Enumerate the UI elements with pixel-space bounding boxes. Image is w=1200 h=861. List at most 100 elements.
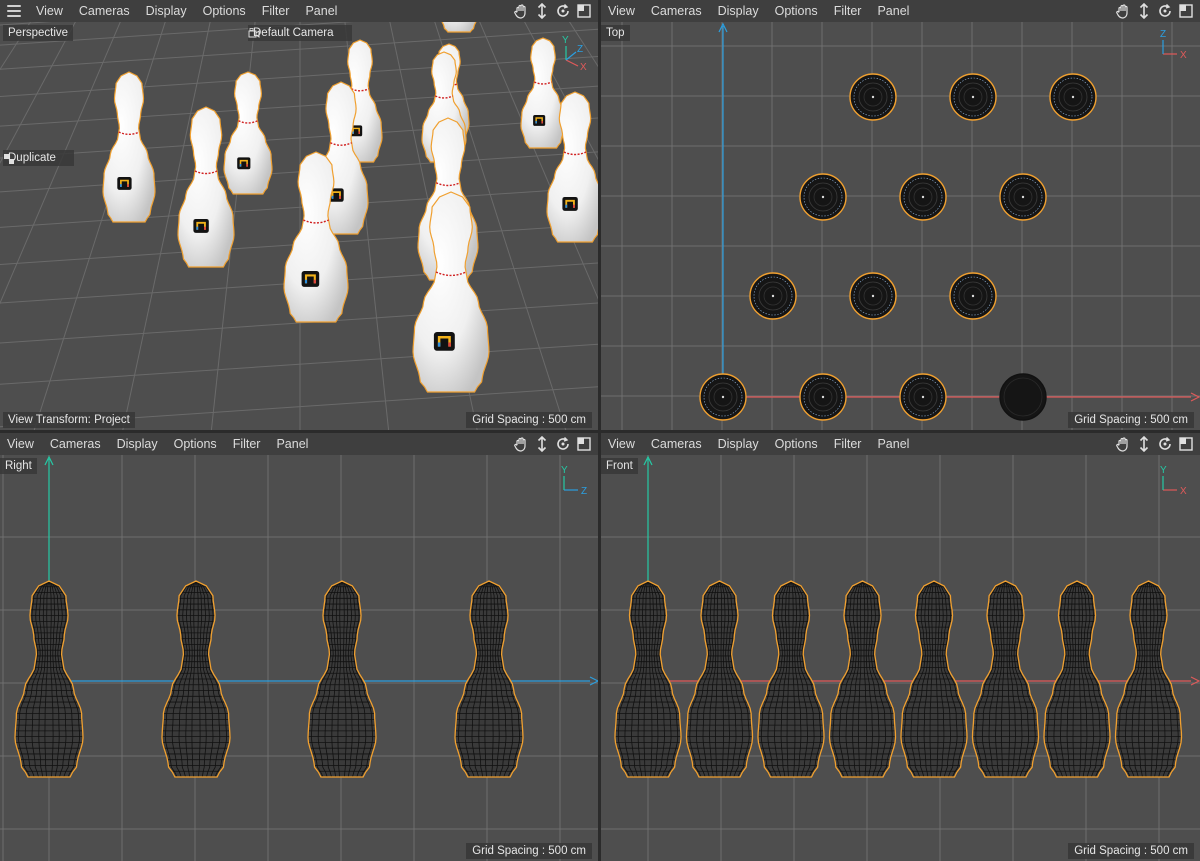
- pin-top[interactable]: [949, 272, 997, 320]
- viewport-name-label[interactable]: Top: [601, 25, 630, 41]
- hamburger-menu-icon[interactable]: [7, 5, 21, 17]
- rotate-icon[interactable]: [555, 436, 571, 452]
- bowling-pins[interactable]: X YZ: [102, 22, 598, 393]
- pin-top-center: [971, 95, 975, 99]
- menu-cameras[interactable]: Cameras: [42, 437, 109, 451]
- menu-display[interactable]: Display: [109, 437, 166, 451]
- pin-logo: [117, 177, 132, 190]
- pin-top[interactable]: [849, 73, 897, 121]
- menu-panel[interactable]: Panel: [869, 4, 917, 18]
- viewport-name-label[interactable]: Right: [0, 458, 37, 474]
- top-canvas[interactable]: XZ Top Grid Spacing : 500 cm: [601, 22, 1200, 430]
- maximize-panel-icon[interactable]: [1178, 436, 1194, 452]
- move-arrows-icon[interactable]: [534, 435, 550, 453]
- front-scene: XY: [601, 455, 1200, 861]
- hand-pan-icon[interactable]: [1115, 3, 1131, 19]
- pin-top[interactable]: [849, 272, 897, 320]
- world-axis-x-arrow: [1190, 676, 1200, 686]
- pin-top[interactable]: [949, 73, 997, 121]
- menu-view[interactable]: View: [601, 4, 643, 18]
- maximize-panel-icon[interactable]: [1178, 3, 1194, 19]
- move-arrows-icon[interactable]: [1136, 2, 1152, 20]
- pin-top[interactable]: [899, 373, 947, 421]
- menu-view[interactable]: View: [601, 437, 643, 451]
- menu-panel[interactable]: Panel: [869, 437, 917, 451]
- menu-display[interactable]: Display: [710, 437, 767, 451]
- perspective-canvas[interactable]: X YZ Perspective Default Camera Duplicate…: [0, 22, 598, 430]
- grid-line: [0, 55, 598, 97]
- menu-display[interactable]: Display: [138, 4, 195, 18]
- pin-top[interactable]: [699, 373, 747, 421]
- viewport-menubar: View Cameras Display Options Filter Pane…: [601, 0, 1200, 22]
- bowling-pin[interactable]: [223, 71, 273, 195]
- pin-top-center: [721, 395, 725, 399]
- move-arrows-icon[interactable]: [534, 2, 550, 20]
- menu-filter[interactable]: Filter: [826, 437, 870, 451]
- bowling-pin[interactable]: [102, 71, 156, 223]
- menu-cameras[interactable]: Cameras: [71, 4, 138, 18]
- hand-pan-icon[interactable]: [1115, 436, 1131, 452]
- menu-options[interactable]: Options: [195, 4, 254, 18]
- grid-line: [0, 117, 598, 159]
- viewport-name-label[interactable]: Front: [601, 458, 638, 474]
- right-scene: ZY: [0, 455, 598, 861]
- camera-label[interactable]: Default Camera: [248, 25, 352, 41]
- view-transform-label: View Transform: Project: [3, 412, 135, 428]
- maximize-panel-icon[interactable]: [576, 436, 592, 452]
- menu-options[interactable]: Options: [767, 4, 826, 18]
- viewport-top[interactable]: View Cameras Display Options Filter Pane…: [601, 0, 1200, 430]
- rotate-icon[interactable]: [1157, 3, 1173, 19]
- grid-spacing-label: Grid Spacing : 500 cm: [466, 843, 592, 859]
- rotate-icon[interactable]: [1157, 436, 1173, 452]
- menu-panel[interactable]: Panel: [268, 437, 316, 451]
- viewport-name-label[interactable]: Perspective: [3, 25, 74, 41]
- right-canvas[interactable]: ZY Right Grid Spacing : 500 cm: [0, 455, 598, 861]
- pin-logo: [193, 219, 209, 233]
- pin-logo: [562, 197, 578, 211]
- menu-cameras[interactable]: Cameras: [643, 4, 710, 18]
- maximize-panel-icon[interactable]: [576, 3, 592, 19]
- axis-label: Z: [581, 486, 587, 497]
- viewport-perspective[interactable]: View Cameras Display Options Filter Pane…: [0, 0, 598, 430]
- duplicate-icon: [4, 154, 14, 164]
- viewport-front[interactable]: View Cameras Display Options Filter Pane…: [601, 433, 1200, 861]
- pin-top[interactable]: [749, 272, 797, 320]
- pin-top[interactable]: [799, 173, 847, 221]
- menu-options[interactable]: Options: [166, 437, 225, 451]
- pin-top[interactable]: [899, 173, 947, 221]
- pin-top[interactable]: [799, 373, 847, 421]
- hand-pan-icon[interactable]: [513, 436, 529, 452]
- front-canvas[interactable]: XY Front Grid Spacing : 500 cm: [601, 455, 1200, 861]
- pin-logo: [301, 271, 320, 287]
- grid-line: [0, 22, 78, 430]
- viewport-right[interactable]: View Cameras Display Options Filter Pane…: [0, 433, 598, 861]
- pin-body: [102, 71, 156, 223]
- move-arrows-icon[interactable]: [1136, 435, 1152, 453]
- world-axis-x-arrow: [1190, 392, 1200, 402]
- menu-cameras[interactable]: Cameras: [643, 437, 710, 451]
- rotate-icon[interactable]: [555, 3, 571, 19]
- pin-top-center: [871, 294, 875, 298]
- menu-filter[interactable]: Filter: [254, 4, 298, 18]
- bowling-pin[interactable]: [520, 37, 566, 149]
- hand-pan-icon[interactable]: [513, 3, 529, 19]
- pin-top-center: [821, 195, 825, 199]
- pin-top-center: [921, 195, 925, 199]
- menu-filter[interactable]: Filter: [225, 437, 269, 451]
- viewport-menubar: View Cameras Display Options Filter Pane…: [0, 433, 598, 455]
- pin-top[interactable]: [1049, 73, 1097, 121]
- menu-view[interactable]: View: [28, 4, 71, 18]
- menu-view[interactable]: View: [0, 437, 42, 451]
- menu-options[interactable]: Options: [767, 437, 826, 451]
- pin-top-center: [921, 395, 925, 399]
- pin-top[interactable]: [999, 373, 1047, 421]
- menu-display[interactable]: Display: [710, 4, 767, 18]
- pin-top[interactable]: [999, 173, 1047, 221]
- grid-line: [0, 22, 61, 430]
- pin-top-center: [771, 294, 775, 298]
- pin-tops[interactable]: [699, 73, 1097, 421]
- bowling-pin[interactable]: [441, 22, 477, 33]
- menu-filter[interactable]: Filter: [826, 4, 870, 18]
- axis-label: X: [1180, 50, 1187, 61]
- menu-panel[interactable]: Panel: [297, 4, 345, 18]
